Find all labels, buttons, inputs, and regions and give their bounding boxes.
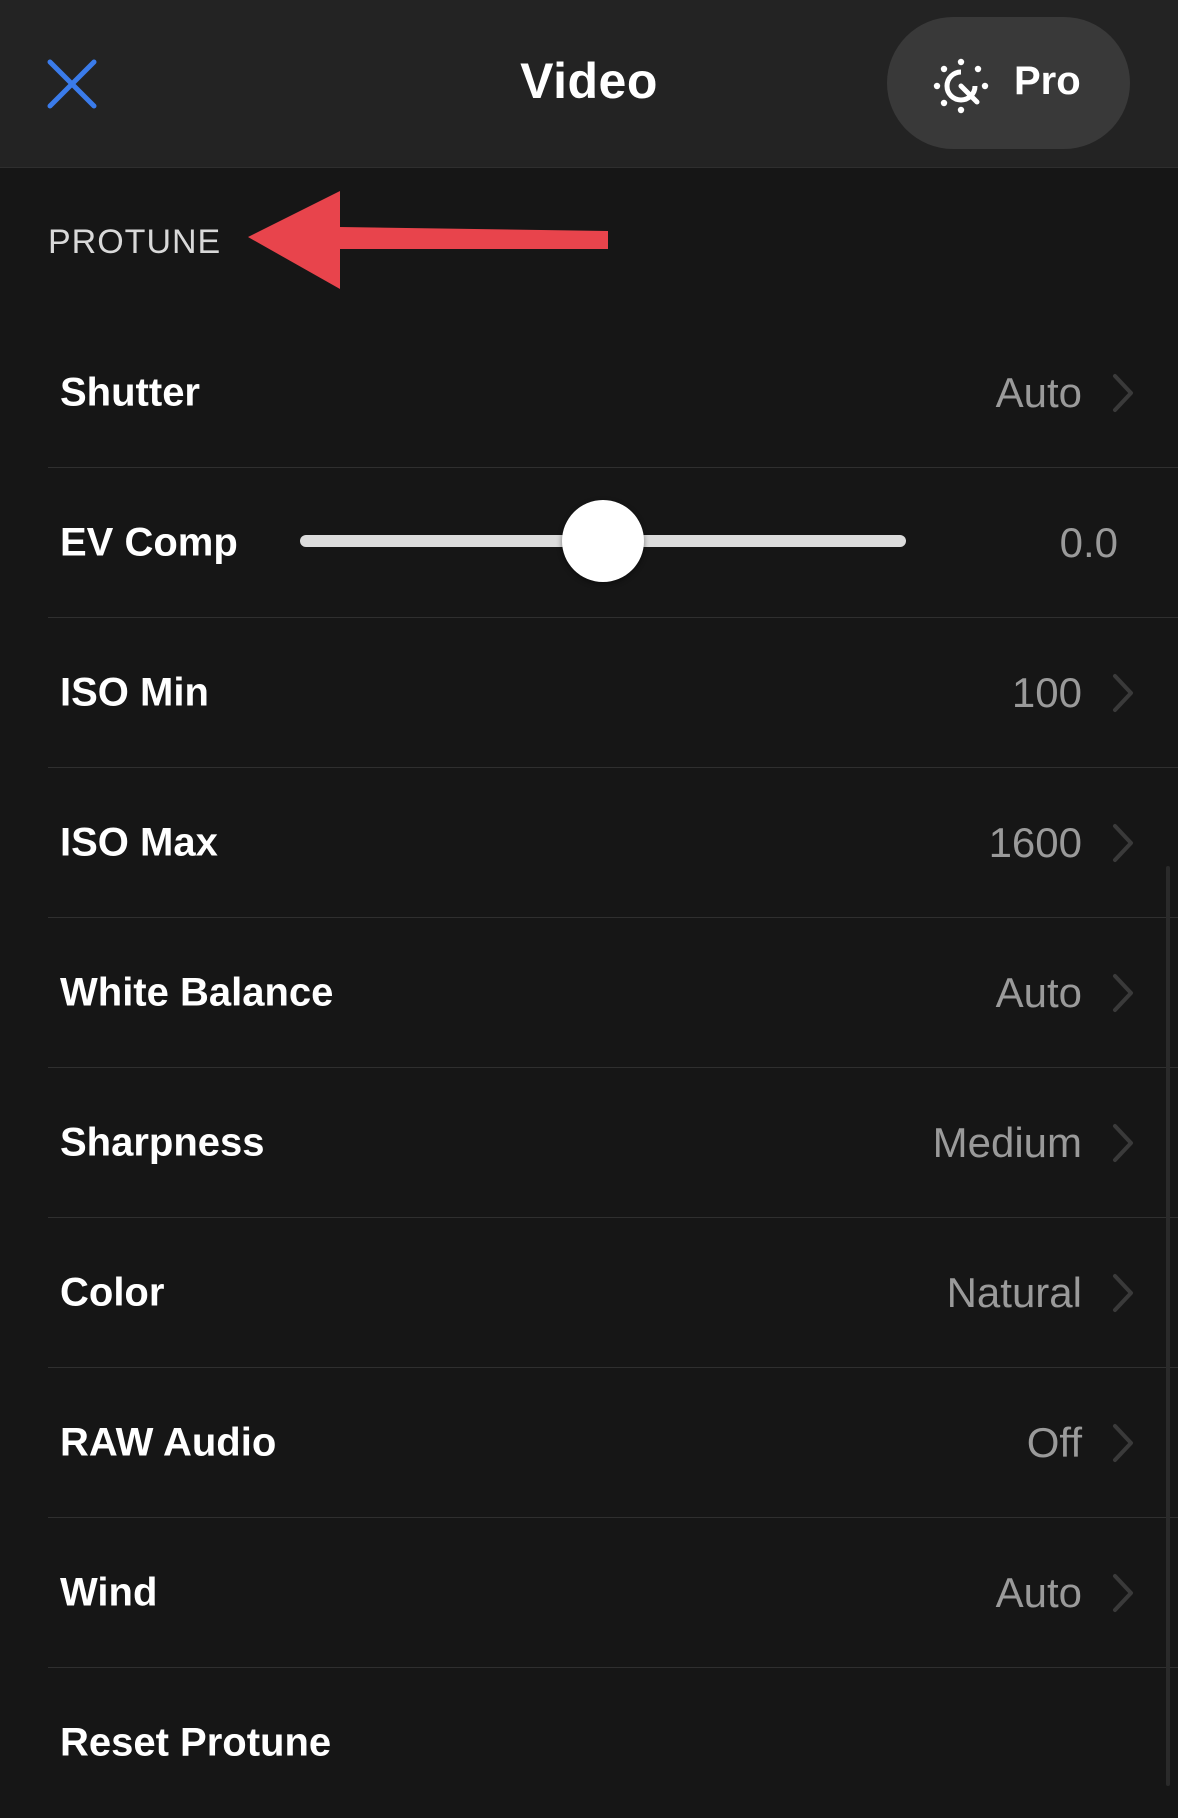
setting-label: Wind: [60, 1570, 158, 1615]
setting-row-raw-audio[interactable]: RAW Audio Off: [0, 1368, 1178, 1518]
chevron-right-icon: [1113, 1274, 1133, 1312]
setting-label: Shutter: [60, 370, 200, 415]
setting-value: 100: [1011, 669, 1082, 716]
pro-mode-button[interactable]: Pro: [887, 17, 1130, 149]
chevron-right-icon: [1113, 974, 1133, 1012]
setting-value: 1600: [988, 819, 1082, 866]
protune-settings-list: Shutter Auto EV Comp 0.0 ISO Min 100 ISO…: [0, 318, 1178, 1818]
chevron-right-icon: [1113, 374, 1133, 412]
setting-value: Auto: [995, 369, 1082, 416]
setting-row-iso-min[interactable]: ISO Min 100: [0, 618, 1178, 768]
chevron-right-icon: [1113, 1424, 1133, 1462]
setting-row-wind[interactable]: Wind Auto: [0, 1518, 1178, 1668]
setting-value: Natural: [946, 1269, 1082, 1316]
setting-label: Sharpness: [60, 1120, 265, 1165]
setting-row-color[interactable]: Color Natural: [0, 1218, 1178, 1368]
setting-value: Auto: [995, 969, 1082, 1016]
chevron-right-icon: [1113, 1124, 1133, 1162]
setting-row-sharpness[interactable]: Sharpness Medium: [0, 1068, 1178, 1218]
setting-row-shutter[interactable]: Shutter Auto: [0, 318, 1178, 468]
protune-section-header: PROTUNE: [0, 168, 1178, 319]
setting-label: White Balance: [60, 970, 334, 1015]
setting-label: EV Comp: [60, 520, 238, 565]
ev-comp-slider-thumb[interactable]: [562, 500, 644, 582]
setting-value: Medium: [932, 1119, 1082, 1166]
setting-label: ISO Max: [60, 820, 218, 865]
reset-protune-button[interactable]: Reset Protune: [0, 1668, 1178, 1818]
setting-row-ev-comp: EV Comp 0.0: [0, 468, 1178, 618]
chevron-right-icon: [1113, 1574, 1133, 1612]
scroll-indicator[interactable]: [1166, 866, 1170, 1786]
chevron-right-icon: [1113, 824, 1133, 862]
section-title: PROTUNE: [48, 223, 222, 261]
red-arrow-annotation: [248, 191, 608, 289]
setting-label: RAW Audio: [60, 1420, 277, 1465]
setting-label: Reset Protune: [60, 1720, 332, 1765]
setting-row-white-balance[interactable]: White Balance Auto: [0, 918, 1178, 1068]
setting-label: ISO Min: [60, 670, 209, 715]
pro-button-label: Pro: [1014, 59, 1081, 103]
setting-value: 0.0: [1059, 519, 1118, 566]
setting-value: Auto: [995, 1569, 1082, 1616]
protune-dial-icon: [933, 58, 989, 114]
top-bar: Video Pro: [0, 0, 1178, 168]
setting-value: Off: [1026, 1419, 1082, 1466]
setting-label: Color: [60, 1270, 165, 1315]
chevron-right-icon: [1113, 674, 1133, 712]
setting-row-iso-max[interactable]: ISO Max 1600: [0, 768, 1178, 918]
